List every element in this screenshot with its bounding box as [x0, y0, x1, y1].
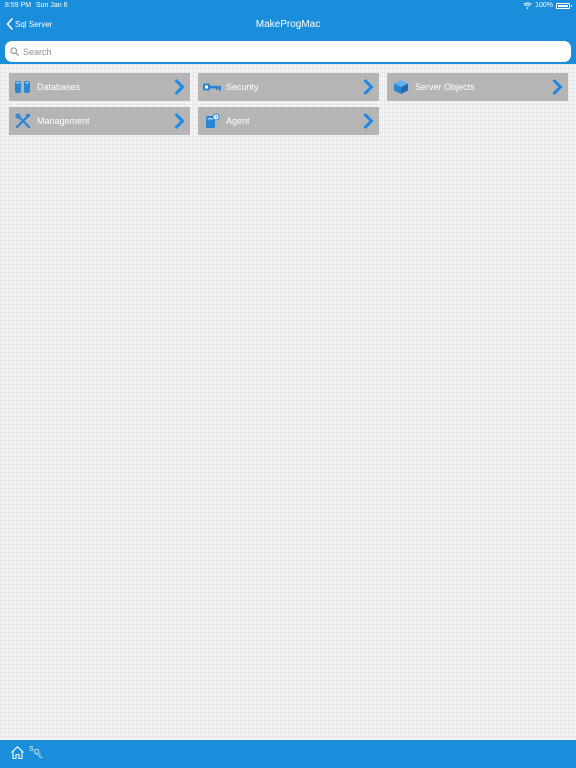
status-time: 8:59 PM	[5, 2, 32, 9]
tile-databases[interactable]: Databases	[9, 73, 190, 101]
chevron-right-icon	[168, 107, 190, 135]
wifi-icon	[523, 2, 532, 9]
navigation-bar: Sql Server MakeProgMac	[0, 14, 576, 38]
tile-label: Agent	[226, 116, 250, 126]
battery-percent: 100%	[535, 2, 553, 9]
chevron-right-icon	[357, 73, 379, 101]
tile-management[interactable]: Management	[9, 107, 190, 135]
tile-label: Server Objects	[415, 82, 475, 92]
key-icon	[198, 73, 226, 101]
tile-label: Security	[226, 82, 259, 92]
database-icon	[9, 73, 37, 101]
status-bar: 8:59 PM Sun Jan 6 100%	[0, 0, 576, 12]
agent-icon	[198, 107, 226, 135]
page-title: MakeProgMac	[255, 19, 321, 30]
top-bar: 8:59 PM Sun Jan 6 100% Sql Server MakePr…	[0, 0, 576, 64]
tile-label: Management	[37, 116, 90, 126]
chevron-right-icon	[357, 107, 379, 135]
bottom-toolbar: S Q L	[0, 740, 576, 768]
tile-server-objects[interactable]: Server Objects	[387, 73, 568, 101]
battery-icon	[556, 2, 572, 9]
search-bar[interactable]	[5, 41, 571, 62]
tile-security[interactable]: Security	[198, 73, 379, 101]
tools-icon	[9, 107, 37, 135]
sql-letter-l: L	[39, 753, 43, 760]
cube-icon	[387, 73, 415, 101]
chevron-right-icon	[546, 73, 568, 101]
search-icon	[10, 47, 19, 56]
chevron-right-icon	[168, 73, 190, 101]
home-icon[interactable]	[10, 745, 25, 760]
tile-label: Databases	[37, 82, 81, 92]
tile-agent[interactable]: Agent	[198, 107, 379, 135]
sql-icon[interactable]: S Q L	[29, 746, 45, 762]
status-date: Sun Jan 6	[36, 2, 68, 9]
status-right: 100%	[523, 2, 572, 9]
search-input[interactable]	[23, 46, 543, 57]
sql-letter-s: S	[29, 746, 34, 753]
